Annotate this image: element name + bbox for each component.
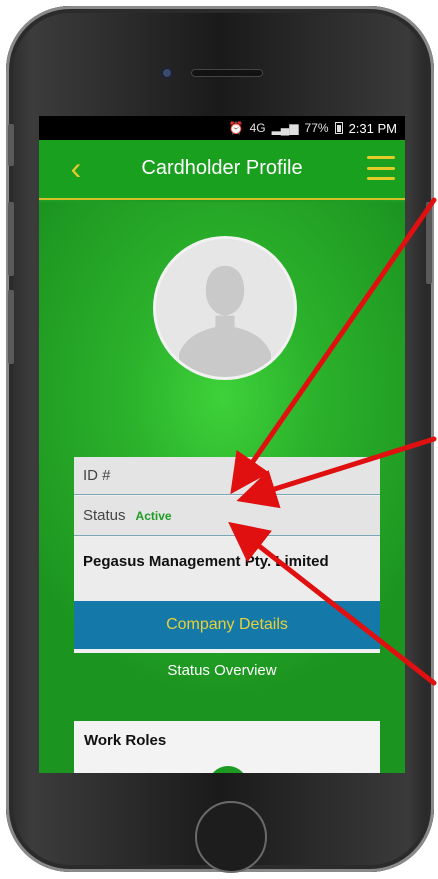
home-button[interactable] — [195, 801, 267, 873]
status-bar: ⏰ 4G ▂▄▆ 77% 2:31 PM — [39, 116, 405, 140]
work-role-indicator — [208, 766, 248, 773]
page-title: Cardholder Profile — [141, 157, 303, 179]
back-button[interactable]: ‹ — [61, 150, 91, 186]
cardholder-details-card: ID # Status Active Pegasus Management Pt… — [74, 457, 380, 653]
chevron-left-icon: ‹ — [70, 150, 82, 186]
status-overview-heading: Status Overview — [167, 662, 277, 679]
alarm-clock-icon: ⏰ — [228, 121, 244, 135]
power-button — [426, 202, 432, 284]
hamburger-menu-icon — [367, 156, 395, 159]
status-row: Status Active — [74, 496, 380, 536]
company-details-button[interactable]: Company Details — [74, 601, 380, 649]
app-screen: ⏰ 4G ▂▄▆ 77% 2:31 PM ‹ Cardholder Profil… — [39, 116, 405, 773]
front-camera — [161, 67, 173, 79]
work-roles-label: Work Roles — [84, 732, 167, 749]
status-label: Status — [83, 507, 126, 524]
person-silhouette-icon — [156, 239, 294, 377]
status-badge: Active — [135, 508, 172, 523]
company-name: Pegasus Management Pty. Limited — [83, 553, 329, 570]
company-name-row: Pegasus Management Pty. Limited — [74, 537, 380, 601]
earpiece-speaker — [191, 69, 263, 77]
menu-button[interactable] — [367, 156, 395, 180]
signal-strength-icon: ▂▄▆ — [271, 121, 299, 135]
volume-down-button — [8, 290, 14, 364]
network-type: 4G — [249, 121, 266, 135]
id-row: ID # — [74, 457, 380, 495]
id-label: ID # — [83, 467, 111, 484]
volume-up-button — [8, 202, 14, 276]
mute-switch — [8, 124, 14, 166]
battery-percent: 77% — [304, 121, 329, 135]
profile-avatar[interactable] — [153, 236, 297, 380]
battery-icon — [334, 122, 343, 134]
work-roles-card[interactable]: Work Roles — [74, 721, 380, 773]
app-bar: ‹ Cardholder Profile — [39, 140, 405, 200]
clock: 2:31 PM — [348, 120, 397, 136]
